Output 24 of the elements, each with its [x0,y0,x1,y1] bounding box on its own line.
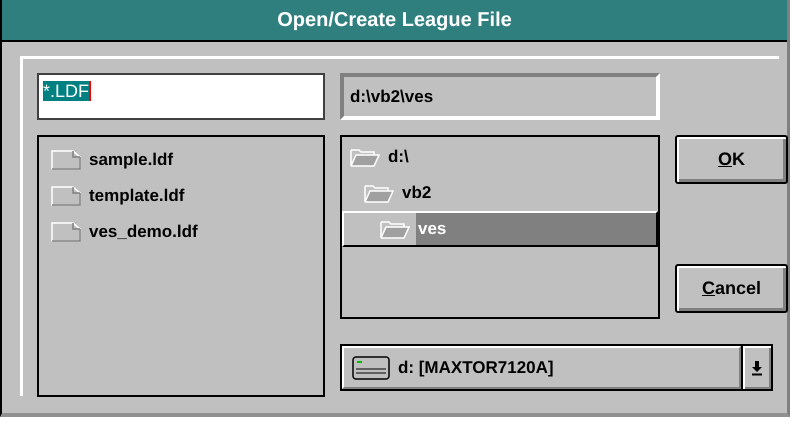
document-icon [51,150,81,170]
folder-icon [350,147,380,167]
directory-list[interactable]: d:\ vb2 ves [340,135,660,319]
ok-button[interactable]: OK [675,135,788,184]
file-name[interactable]: ves_demo.ldf [89,222,198,242]
drive-icon [352,356,390,380]
drive-name: d: [MAXTOR7120A] [398,358,554,378]
down-arrow-icon [751,360,763,376]
dropdown-button[interactable] [741,346,771,389]
file-name-field[interactable]: *.LDF [37,73,325,120]
drive-dropdown[interactable]: d: [MAXTOR7120A] [340,344,773,391]
document-icon [51,186,81,206]
cancel-button[interactable]: Cancel [675,264,788,313]
file-list[interactable]: sample.ldf template.ldf ves_demo.ldf [37,135,325,397]
file-name[interactable]: template.ldf [89,186,184,206]
directory-item[interactable]: vb2 [342,175,658,211]
folder-icon [380,219,410,239]
folder-icon [364,183,394,203]
file-name[interactable]: sample.ldf [89,150,174,170]
directory-item[interactable]: d:\ [342,139,658,175]
window-title: Open/Create League File [277,8,512,32]
document-icon [51,222,81,242]
directory-item[interactable]: ves [342,211,658,247]
current-directory-label: d:\vb2\ves [340,73,660,120]
